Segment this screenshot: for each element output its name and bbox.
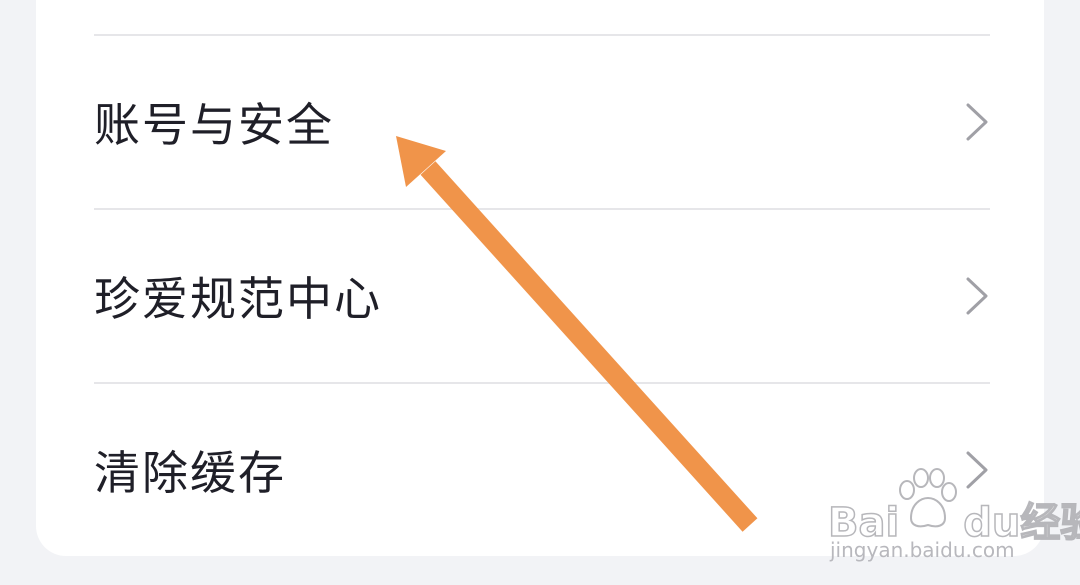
menu-item-label: 清除缓存 [94,446,286,500]
chevron-right-icon [966,451,988,489]
watermark-url: jingyan.baidu.com [830,538,1015,562]
chevron-right-icon [966,103,988,141]
menu-item-account-security[interactable]: 账号与安全 [36,36,1044,208]
chevron-right-icon [966,277,988,315]
menu-item-label: 珍爱规范中心 [94,272,382,326]
menu-item-label: 账号与安全 [94,98,334,152]
paw-logo-icon [899,468,957,528]
menu-item-guidelines-center[interactable]: 珍爱规范中心 [36,210,1044,382]
